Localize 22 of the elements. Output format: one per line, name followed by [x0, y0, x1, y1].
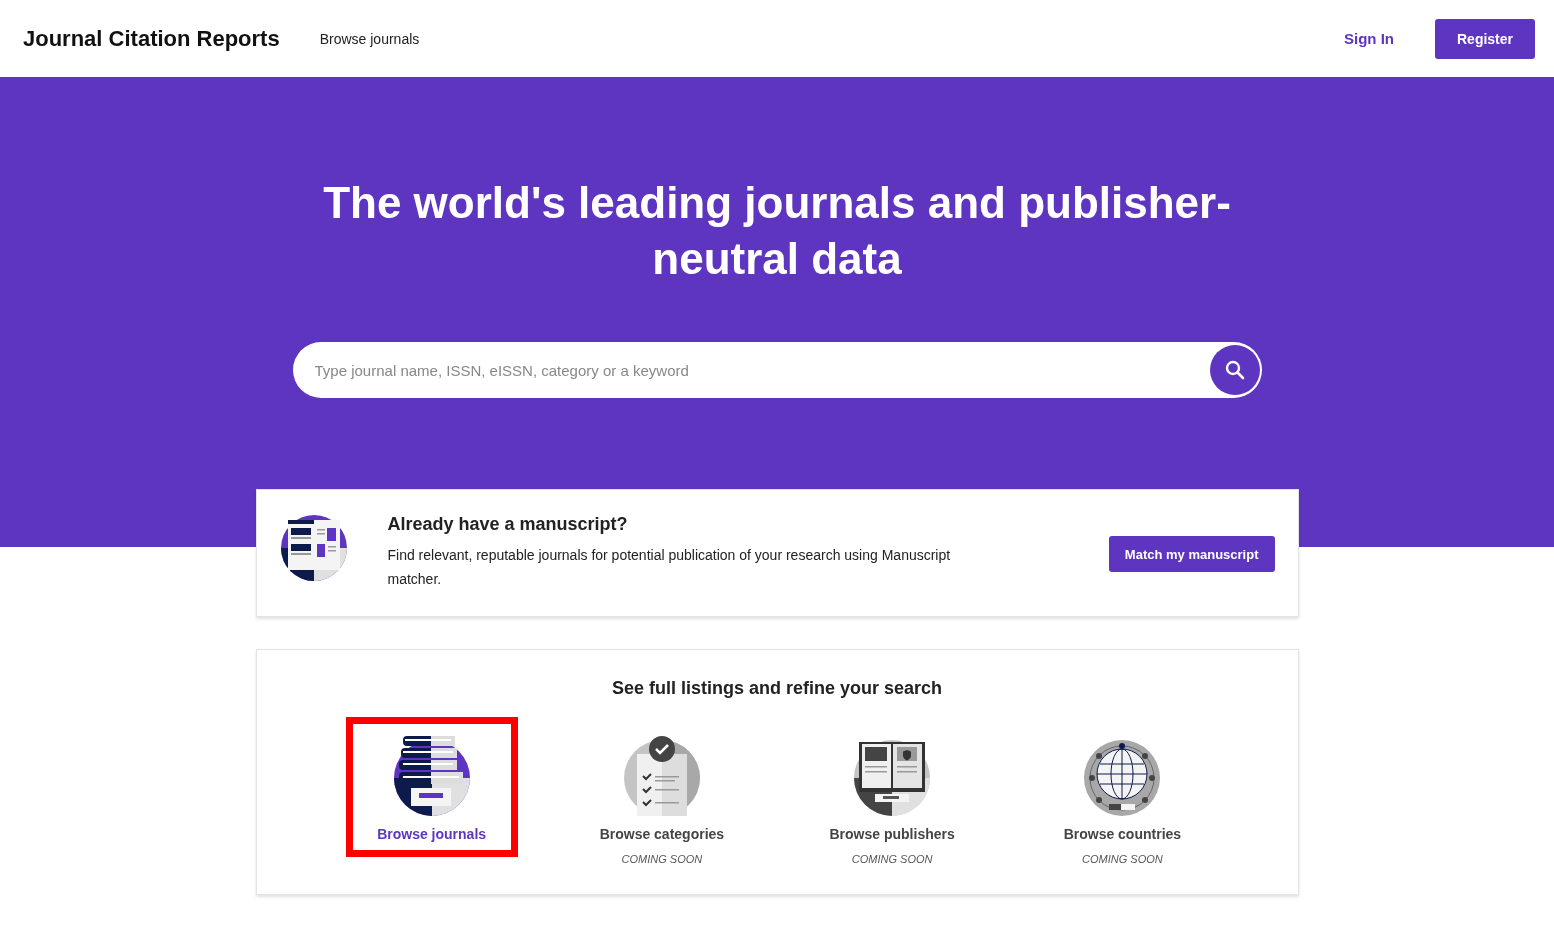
hero-title: The world's leading journals and publisher-neutral data [322, 177, 1232, 285]
tile-label: Browse categories [599, 826, 725, 842]
search-bar[interactable]: Type journal name, ISSN, eISSN, category or a keyword [292, 342, 1262, 398]
tile-label: Browse publishers [829, 826, 955, 842]
register-button[interactable]: Register [1435, 18, 1535, 59]
match-manuscript-button[interactable]: Match my manuscript [1108, 536, 1275, 572]
tile-label: Browse countries [1063, 826, 1182, 842]
nav-link[interactable]: Browse journals [319, 30, 420, 47]
coming-soon-note: COMING SOON [621, 853, 703, 865]
coming-soon-note: COMING SOON [851, 853, 933, 865]
browse-tile[interactable]: Browse journals [345, 717, 518, 857]
search-button[interactable] [1209, 345, 1260, 395]
sign-in-link[interactable]: Sign In [1344, 30, 1394, 47]
tile-label: Browse journals [377, 826, 487, 842]
search-field[interactable]: Type journal name, ISSN, eISSN, category or a keyword [312, 360, 1210, 380]
browse-title: See full listings and refine your search [610, 678, 944, 699]
site-logo[interactable]: Journal Citation Reports [23, 25, 280, 52]
coming-soon-note: COMING SOON [1082, 853, 1163, 865]
manuscript-title: Already have a manuscript? [387, 514, 629, 535]
manuscript-description: Find relevant, reputable journals for potential publication of your research using Manuscript matcher. [387, 546, 952, 589]
manuscript-drawing [279, 514, 348, 582]
search-icon [1224, 360, 1245, 380]
